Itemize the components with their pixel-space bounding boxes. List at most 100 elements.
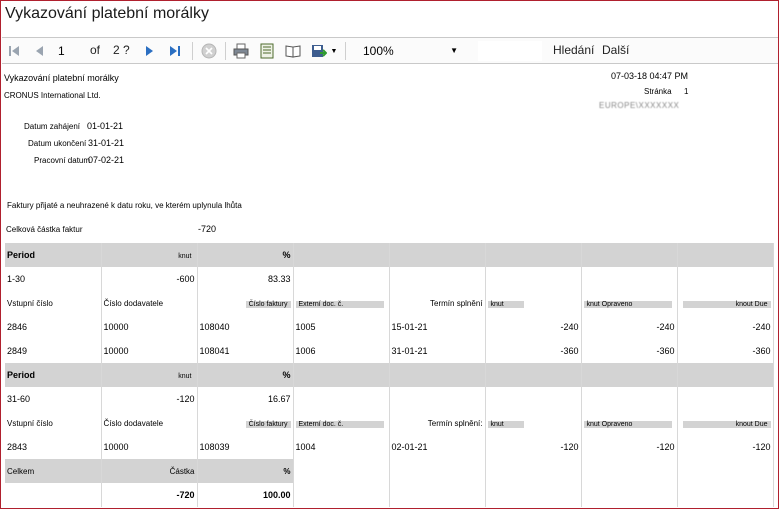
table-cell: 02-01-21 (389, 435, 486, 459)
table-cell: 10000 (101, 339, 198, 363)
param-label: Datum zahájení (24, 122, 81, 131)
find-next-link[interactable]: Další (602, 43, 629, 57)
column-header: Vstupní číslo (5, 291, 102, 315)
table-cell: 10000 (101, 315, 198, 339)
table-cell: -120 (581, 435, 678, 459)
table-cell: 1004 (293, 435, 390, 459)
column-header: Externí doc. č. (295, 300, 384, 308)
report-table: Period knut % 1-30 -600 83.33 Vstupní čí… (5, 243, 774, 507)
period-summary-row: 31-60 -120 16.67 (5, 387, 774, 411)
table-cell: 10000 (101, 435, 198, 459)
param-label: Datum ukončení (28, 139, 87, 148)
column-header: knut Opraveno (583, 300, 672, 308)
table-cell: -360 (485, 339, 582, 363)
amount-header: knut (175, 253, 195, 260)
column-header: Číslo dodavatele (101, 411, 198, 435)
last-page-icon[interactable] (168, 42, 182, 60)
toolbar-separator (225, 42, 226, 60)
table-cell: 2843 (5, 435, 102, 459)
column-header: knut (487, 300, 524, 308)
column-header: Vstupní číslo (5, 411, 102, 435)
period-percent: 83.33 (197, 267, 294, 291)
table-cell: 31-01-21 (389, 339, 486, 363)
percent-header: % (197, 243, 294, 267)
table-cell: -240 (677, 315, 774, 339)
total-label: Celkem (5, 459, 102, 483)
print-icon[interactable] (232, 42, 250, 60)
table-cell: 2849 (5, 339, 102, 363)
column-header: Číslo dodavatele (101, 291, 198, 315)
param-label: Pracovní datum (34, 156, 91, 165)
table-cell: 108041 (197, 339, 294, 363)
total-percent: 100.00 (197, 483, 294, 507)
report-title: Vykazování platební morálky (4, 73, 119, 83)
table-cell: -360 (677, 339, 774, 363)
total-row: -720 100.00 (5, 483, 774, 507)
find-input[interactable] (478, 41, 542, 61)
toolbar-separator (345, 42, 346, 60)
table-cell: 15-01-21 (389, 315, 486, 339)
column-header: Číslo faktury (245, 420, 291, 428)
column-header: knut (487, 420, 524, 428)
table-cell: 2846 (5, 315, 102, 339)
first-page-icon[interactable] (7, 42, 21, 60)
find-link[interactable]: Hledání (553, 43, 594, 57)
page-of-label: of (90, 43, 101, 57)
total-invoices-label: Celková částka faktur (6, 225, 83, 234)
total-percent-header: % (197, 459, 294, 483)
export-icon[interactable] (310, 42, 328, 60)
param-value: 07-02-21 (88, 155, 125, 165)
total-header-row: Celkem Částka % (5, 459, 774, 483)
toolbar-separator (192, 42, 193, 60)
page-label: Stránka (644, 87, 672, 96)
total-invoices-value: -720 (198, 224, 217, 234)
page-number-input[interactable]: 1 (52, 42, 80, 60)
chevron-down-icon[interactable]: ▼ (330, 42, 338, 60)
report-toolbar: 1 of 2 ? ▼ 100% ▼ Hledání Další (2, 37, 778, 64)
company-name: CRONUS International Ltd. (4, 91, 101, 100)
column-header: knut Opraveno (583, 420, 672, 428)
table-cell: -240 (485, 315, 582, 339)
amount-header: knut (175, 373, 195, 380)
table-cell: -120 (485, 435, 582, 459)
page-setup-icon[interactable] (258, 42, 276, 60)
period-header-row: Period knut % (5, 363, 774, 387)
next-page-icon[interactable] (143, 42, 157, 60)
print-layout-icon[interactable] (284, 42, 302, 60)
table-row: 2849 10000 108041 1006 31-01-21 -360 -36… (5, 339, 774, 363)
page-number: 1 (684, 87, 689, 96)
table-row: 2843 10000 108039 1004 02-01-21 -120 -12… (5, 435, 774, 459)
report-datetime: 07-03-18 04:47 PM (611, 71, 689, 81)
zoom-select[interactable]: 100% ▼ (358, 41, 466, 61)
table-cell: 108040 (197, 315, 294, 339)
column-header-row: Vstupní číslo Číslo dodavatele Číslo fak… (5, 411, 774, 435)
table-cell: 1005 (293, 315, 390, 339)
table-cell: 108039 (197, 435, 294, 459)
report-description: Faktury přijaté a neuhrazené k datu roku… (7, 201, 242, 210)
table-cell: -120 (677, 435, 774, 459)
table-row: 2846 10000 108040 1005 15-01-21 -240 -24… (5, 315, 774, 339)
percent-header: % (197, 363, 294, 387)
period-summary-row: 1-30 -600 83.33 (5, 267, 774, 291)
page-total-label: 2 ? (113, 43, 130, 57)
prev-page-icon[interactable] (32, 42, 46, 60)
period-amount: -600 (101, 267, 198, 291)
period-header-row: Period knut % (5, 243, 774, 267)
window-title: Vykazování platební morálky (5, 5, 209, 22)
stop-icon[interactable] (200, 42, 218, 60)
column-header: Termín splnění: (389, 411, 486, 435)
period-range: 31-60 (5, 387, 102, 411)
user-id: EUROPE\XXXXXXX (599, 101, 680, 110)
zoom-value: 100% (363, 44, 394, 58)
param-value: 31-01-21 (88, 138, 125, 148)
report-viewer-window: Vykazování platební morálky 1 of 2 ? ▼ 1… (0, 0, 779, 509)
param-value: 01-01-21 (87, 121, 124, 131)
period-label: Period (5, 363, 102, 387)
column-header: knout Due (682, 300, 771, 308)
column-header: Externí doc. č. (295, 420, 384, 428)
table-cell: -240 (581, 315, 678, 339)
column-header: Číslo faktury (245, 300, 291, 308)
period-percent: 16.67 (197, 387, 294, 411)
total-amount-header: Částka (101, 459, 198, 483)
table-cell: -360 (581, 339, 678, 363)
